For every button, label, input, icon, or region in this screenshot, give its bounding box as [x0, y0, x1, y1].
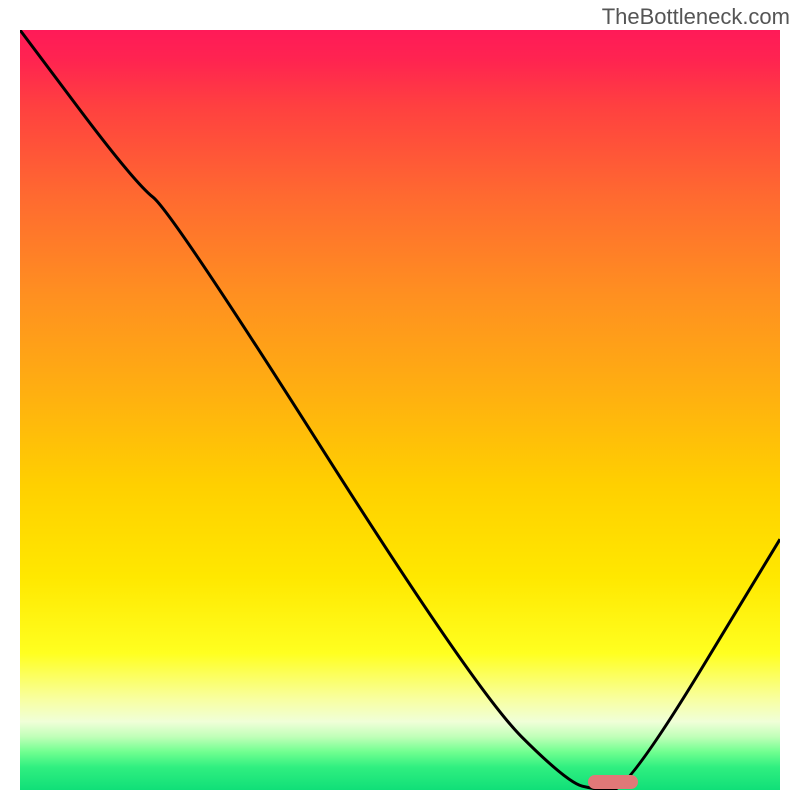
- chart-line-layer: [20, 30, 780, 790]
- optimal-point-marker: [588, 775, 638, 789]
- watermark-label: TheBottleneck.com: [602, 4, 790, 30]
- bottleneck-curve-path: [20, 30, 780, 790]
- bottleneck-chart: [20, 30, 780, 790]
